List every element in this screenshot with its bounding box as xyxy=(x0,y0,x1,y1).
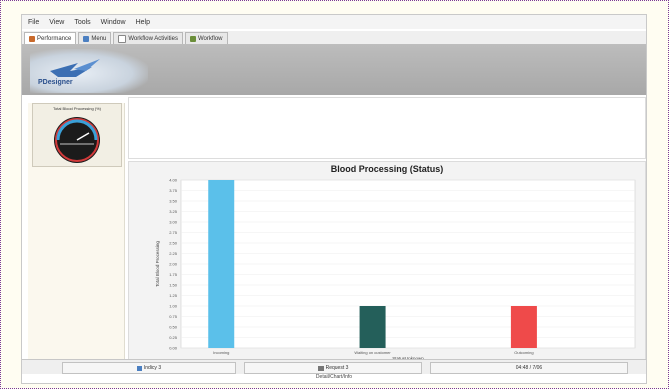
status-left-icon xyxy=(136,365,142,371)
y-tick-label: 1.75 xyxy=(169,272,178,277)
performance-icon xyxy=(29,35,35,42)
tab-workflow[interactable]: Workflow xyxy=(184,32,228,44)
y-tick-label: 3.25 xyxy=(169,209,178,214)
y-tick-label: 4.00 xyxy=(169,178,178,183)
gauge-widget[interactable]: Total Blood Processing (%) xyxy=(32,103,122,167)
bar-incoming xyxy=(208,180,235,348)
menu-help[interactable]: Help xyxy=(136,19,150,26)
logo-text: PDesigner xyxy=(38,79,73,86)
top-content-area xyxy=(128,97,646,159)
tab-bar: Performance Menu Workflow Activities Wor… xyxy=(22,31,646,45)
menu-icon xyxy=(83,35,90,42)
tab-performance-label: Performance xyxy=(37,35,72,42)
left-panel: Total Blood Processing (%) xyxy=(28,103,125,373)
status-right: 04:48 / 7/06 xyxy=(430,362,628,374)
y-tick-label: 3.75 xyxy=(169,188,178,193)
tab-workflow-activities[interactable]: Workflow Activities xyxy=(113,32,183,44)
tab-performance[interactable]: Performance xyxy=(24,32,77,44)
tab-menu[interactable]: Menu xyxy=(78,32,112,44)
menu-window[interactable]: Window xyxy=(101,19,126,26)
tab-workflow-activities-label: Workflow Activities xyxy=(128,35,178,42)
status-left: Indicy 3 xyxy=(62,362,236,374)
x-tick-label: Outcoming xyxy=(514,350,533,355)
y-tick-label: 0.00 xyxy=(169,346,178,351)
app-logo: PDesigner xyxy=(30,49,148,93)
y-tick-label: 2.00 xyxy=(169,262,178,267)
status-left-text: Indicy 3 xyxy=(143,365,162,371)
bar-chart: Blood Processing (Status) 4.00 3.75 3.50 3.2… xyxy=(155,164,636,361)
logo-bird-icon xyxy=(50,59,100,77)
tab-workflow-label: Workflow xyxy=(197,35,223,42)
y-tick-label: 1.50 xyxy=(169,283,178,288)
y-tick-label: 1.25 xyxy=(169,293,178,298)
y-tick-label: 2.25 xyxy=(169,251,178,256)
menu-tools[interactable]: Tools xyxy=(74,19,90,26)
status-right-text: 04:48 / 7/06 xyxy=(515,365,543,371)
bottom-label: Detail/Chart/Info xyxy=(315,374,353,380)
status-middle-text: Request 3 xyxy=(325,365,349,371)
chart-title: Blood Processing (Status) xyxy=(331,164,444,174)
menu-file[interactable]: File xyxy=(28,19,39,26)
y-axis-label: Total Blood Processing xyxy=(155,241,160,287)
header-banner: PDesigner xyxy=(22,45,646,95)
x-tick-label: Incoming xyxy=(213,350,229,355)
x-tick-label: Waiting on customer xyxy=(354,350,391,355)
y-tick-label: 0.75 xyxy=(169,314,178,319)
chart-panel: Blood Processing (Status) 4.00 3.75 3.50 3.2… xyxy=(128,161,646,369)
printer-icon xyxy=(317,365,324,371)
y-tick-label: 0.50 xyxy=(169,325,178,330)
y-tick-label: 2.50 xyxy=(169,241,178,246)
bar-outcoming xyxy=(510,306,537,348)
y-tick-label: 1.00 xyxy=(169,304,178,309)
workflow-icon xyxy=(189,35,196,42)
bar-waiting-on-customer xyxy=(359,306,386,348)
status-bar: Indicy 3 Request 3 04:48 / 7/06 xyxy=(22,359,646,374)
workflow-activities-icon xyxy=(118,34,127,43)
app-window: File View Tools Window Help Performance … xyxy=(21,14,647,384)
y-tick-label: 2.75 xyxy=(169,230,178,235)
gauge-dial xyxy=(54,117,100,163)
y-tick-label: 0.25 xyxy=(169,335,178,340)
menu-view[interactable]: View xyxy=(49,19,64,26)
gauge-title: Total Blood Processing (%) xyxy=(52,106,102,111)
page-frame: File View Tools Window Help Performance … xyxy=(0,0,669,389)
menu-bar: File View Tools Window Help xyxy=(22,15,646,29)
tab-menu-label: Menu xyxy=(91,35,107,42)
y-tick-label: 3.00 xyxy=(169,220,178,225)
y-tick-label: 3.50 xyxy=(169,199,178,204)
status-middle: Request 3 xyxy=(244,362,422,374)
